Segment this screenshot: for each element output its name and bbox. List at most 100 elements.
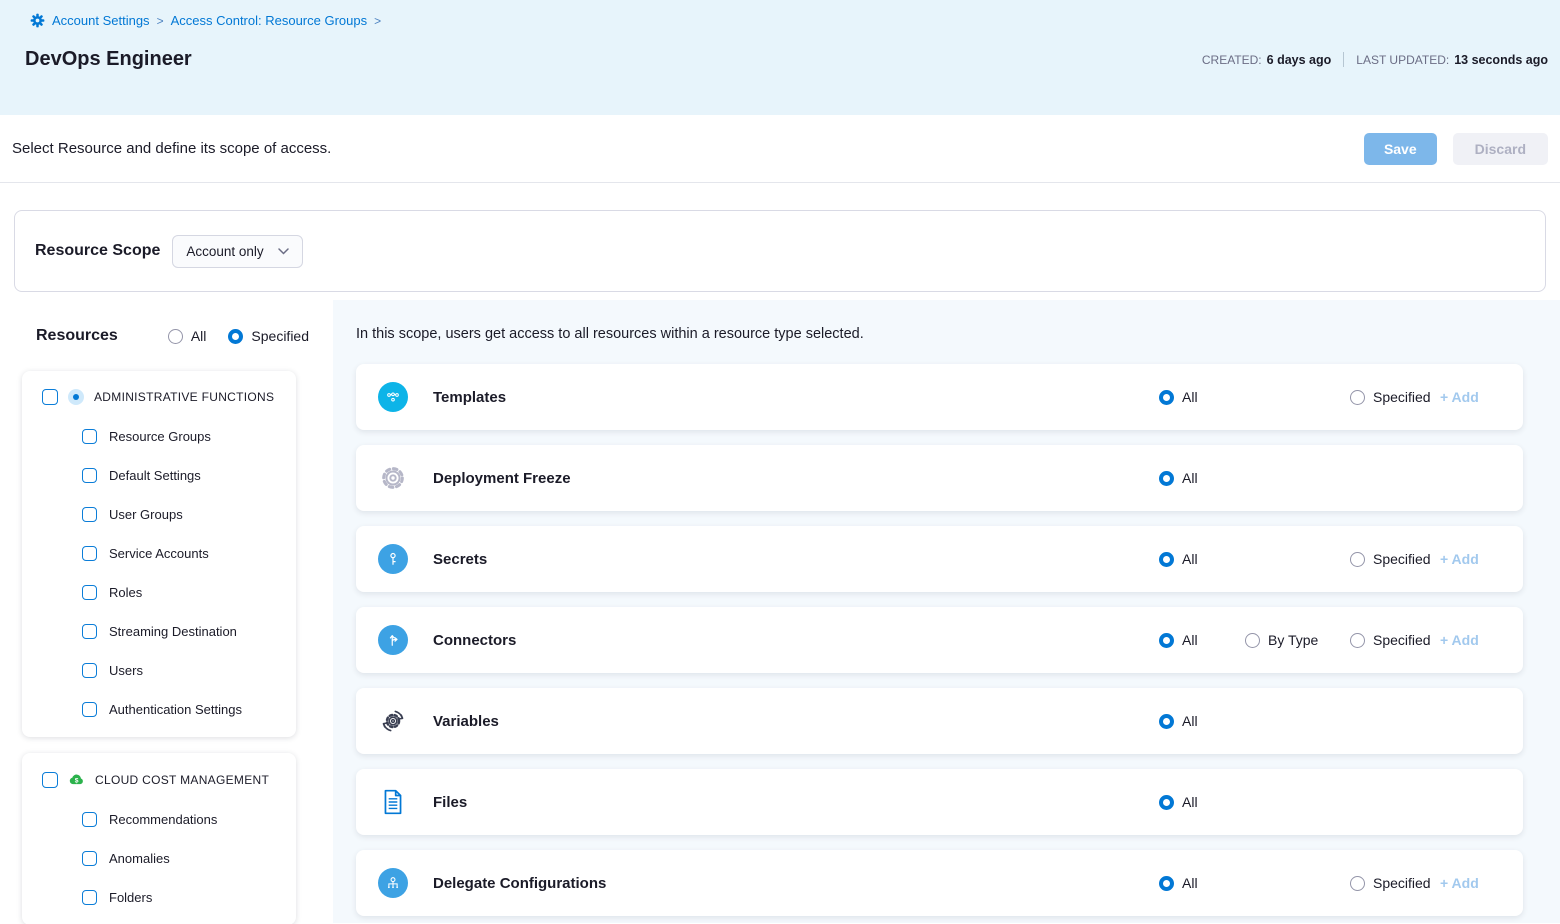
sidebar-item-streaming-destination: Streaming Destination xyxy=(82,624,288,639)
resources-radio-specified[interactable]: Specified xyxy=(228,328,309,344)
delegate-configurations-icon xyxy=(378,868,408,898)
group-administrative-functions: ADMINISTRATIVE FUNCTIONS Resource Groups… xyxy=(22,371,296,737)
row-label: Templates xyxy=(433,389,506,406)
connectors-add-link[interactable]: + Add xyxy=(1440,632,1479,648)
radio-icon[interactable] xyxy=(1159,633,1174,648)
radio-specified-label: Specified xyxy=(251,328,309,344)
item-checkbox[interactable] xyxy=(82,851,97,866)
radio-icon[interactable] xyxy=(1159,471,1174,486)
svg-text:$: $ xyxy=(75,777,79,784)
last-updated-value: 13 seconds ago xyxy=(1454,53,1548,67)
item-label: User Groups xyxy=(109,507,183,522)
secrets-radio-specified[interactable]: Specified xyxy=(1350,551,1431,567)
radio-all-label: All xyxy=(191,328,207,344)
item-checkbox[interactable] xyxy=(82,507,97,522)
meta-info: CREATED: 6 days ago LAST UPDATED: 13 sec… xyxy=(1202,52,1548,67)
scope-description: In this scope, users get access to all r… xyxy=(356,326,1523,342)
delegate-configurations-radio-specified[interactable]: Specified xyxy=(1350,875,1431,891)
radio-icon[interactable] xyxy=(1350,552,1365,567)
option-label: All xyxy=(1182,632,1198,648)
resource-scope-dropdown[interactable]: Account only xyxy=(172,235,302,268)
sidebar-item-user-groups: User Groups xyxy=(82,507,288,522)
row-label: Files xyxy=(433,794,467,811)
item-label: Folders xyxy=(109,890,152,905)
item-label: Authentication Settings xyxy=(109,702,242,717)
delegate-configurations-radio-all[interactable]: All xyxy=(1159,875,1198,891)
resource-scope-card: Resource Scope Account only xyxy=(14,210,1546,292)
option-label: By Type xyxy=(1268,632,1318,648)
radio-icon[interactable] xyxy=(1159,714,1174,729)
item-label: Streaming Destination xyxy=(109,624,237,639)
sidebar-item-users: Users xyxy=(82,663,288,678)
connectors-radio-all[interactable]: All xyxy=(1159,632,1198,648)
group-cloud-cost-management: $ CLOUD COST MANAGEMENT Recommendations … xyxy=(22,753,296,924)
created-label: CREATED: xyxy=(1202,53,1262,67)
files-icon xyxy=(378,787,408,817)
item-checkbox[interactable] xyxy=(82,546,97,561)
sidebar-item-folders: Folders xyxy=(82,890,288,905)
chevron-right-icon: > xyxy=(374,14,381,28)
group-checkbox[interactable] xyxy=(42,772,58,788)
row-label: Connectors xyxy=(433,632,516,649)
radio-icon[interactable] xyxy=(168,329,183,344)
resource-row-deployment-freeze: Deployment Freeze All xyxy=(356,445,1523,511)
resources-radio-all[interactable]: All xyxy=(168,328,207,344)
resource-row-variables: Variables All xyxy=(356,688,1523,754)
option-label: All xyxy=(1182,713,1198,729)
discard-button[interactable]: Discard xyxy=(1453,133,1548,165)
delegate-configurations-add-link[interactable]: + Add xyxy=(1440,875,1479,891)
divider xyxy=(1343,52,1344,67)
created-value: 6 days ago xyxy=(1267,53,1332,67)
item-checkbox[interactable] xyxy=(82,702,97,717)
radio-icon[interactable] xyxy=(1350,390,1365,405)
deployment-freeze-radio-all[interactable]: All xyxy=(1159,470,1198,486)
item-checkbox[interactable] xyxy=(82,663,97,678)
variables-radio-all[interactable]: All xyxy=(1159,713,1198,729)
radio-icon[interactable] xyxy=(1159,552,1174,567)
sidebar-item-anomalies: Anomalies xyxy=(82,851,288,866)
resources-sidebar: Resources All Specified ADMINISTRATIVE F… xyxy=(0,300,333,923)
connectors-radio-specified[interactable]: Specified xyxy=(1350,632,1431,648)
item-checkbox[interactable] xyxy=(82,429,97,444)
resource-row-secrets: Secrets All Specified + Add xyxy=(356,526,1523,592)
option-label: Specified xyxy=(1373,875,1431,891)
resource-row-files: Files All xyxy=(356,769,1523,835)
group-label: ADMINISTRATIVE FUNCTIONS xyxy=(94,390,274,404)
item-checkbox[interactable] xyxy=(82,812,97,827)
radio-icon[interactable] xyxy=(1350,633,1365,648)
breadcrumb-access-control[interactable]: Access Control: Resource Groups xyxy=(171,13,368,28)
option-label: Specified xyxy=(1373,389,1431,405)
item-label: Roles xyxy=(109,585,142,600)
radio-icon[interactable] xyxy=(1350,876,1365,891)
files-radio-all[interactable]: All xyxy=(1159,794,1198,810)
secrets-icon xyxy=(378,544,408,574)
save-button[interactable]: Save xyxy=(1364,133,1437,165)
page-header: Account Settings > Access Control: Resou… xyxy=(0,0,1560,115)
row-label: Deployment Freeze xyxy=(433,470,571,487)
resource-row-templates: Templates All Specified + Add xyxy=(356,364,1523,430)
item-checkbox[interactable] xyxy=(82,468,97,483)
option-label: All xyxy=(1182,470,1198,486)
item-checkbox[interactable] xyxy=(82,624,97,639)
radio-icon[interactable] xyxy=(1159,390,1174,405)
connectors-radio-by-type[interactable]: By Type xyxy=(1245,632,1318,648)
item-checkbox[interactable] xyxy=(82,585,97,600)
radio-icon[interactable] xyxy=(1245,633,1260,648)
chevron-down-icon xyxy=(278,248,289,255)
radio-icon[interactable] xyxy=(1159,876,1174,891)
templates-add-link[interactable]: + Add xyxy=(1440,389,1479,405)
item-checkbox[interactable] xyxy=(82,890,97,905)
secrets-radio-all[interactable]: All xyxy=(1159,551,1198,567)
option-label: All xyxy=(1182,389,1198,405)
item-label: Default Settings xyxy=(109,468,201,483)
templates-radio-all[interactable]: All xyxy=(1159,389,1198,405)
breadcrumb-account-settings[interactable]: Account Settings xyxy=(52,13,150,28)
item-label: Resource Groups xyxy=(109,429,211,444)
page-title: DevOps Engineer xyxy=(25,48,192,71)
secrets-add-link[interactable]: + Add xyxy=(1440,551,1479,567)
templates-radio-specified[interactable]: Specified xyxy=(1350,389,1431,405)
deployment-freeze-icon xyxy=(378,463,408,493)
group-checkbox[interactable] xyxy=(42,389,58,405)
radio-icon[interactable] xyxy=(1159,795,1174,810)
radio-icon[interactable] xyxy=(228,329,243,344)
